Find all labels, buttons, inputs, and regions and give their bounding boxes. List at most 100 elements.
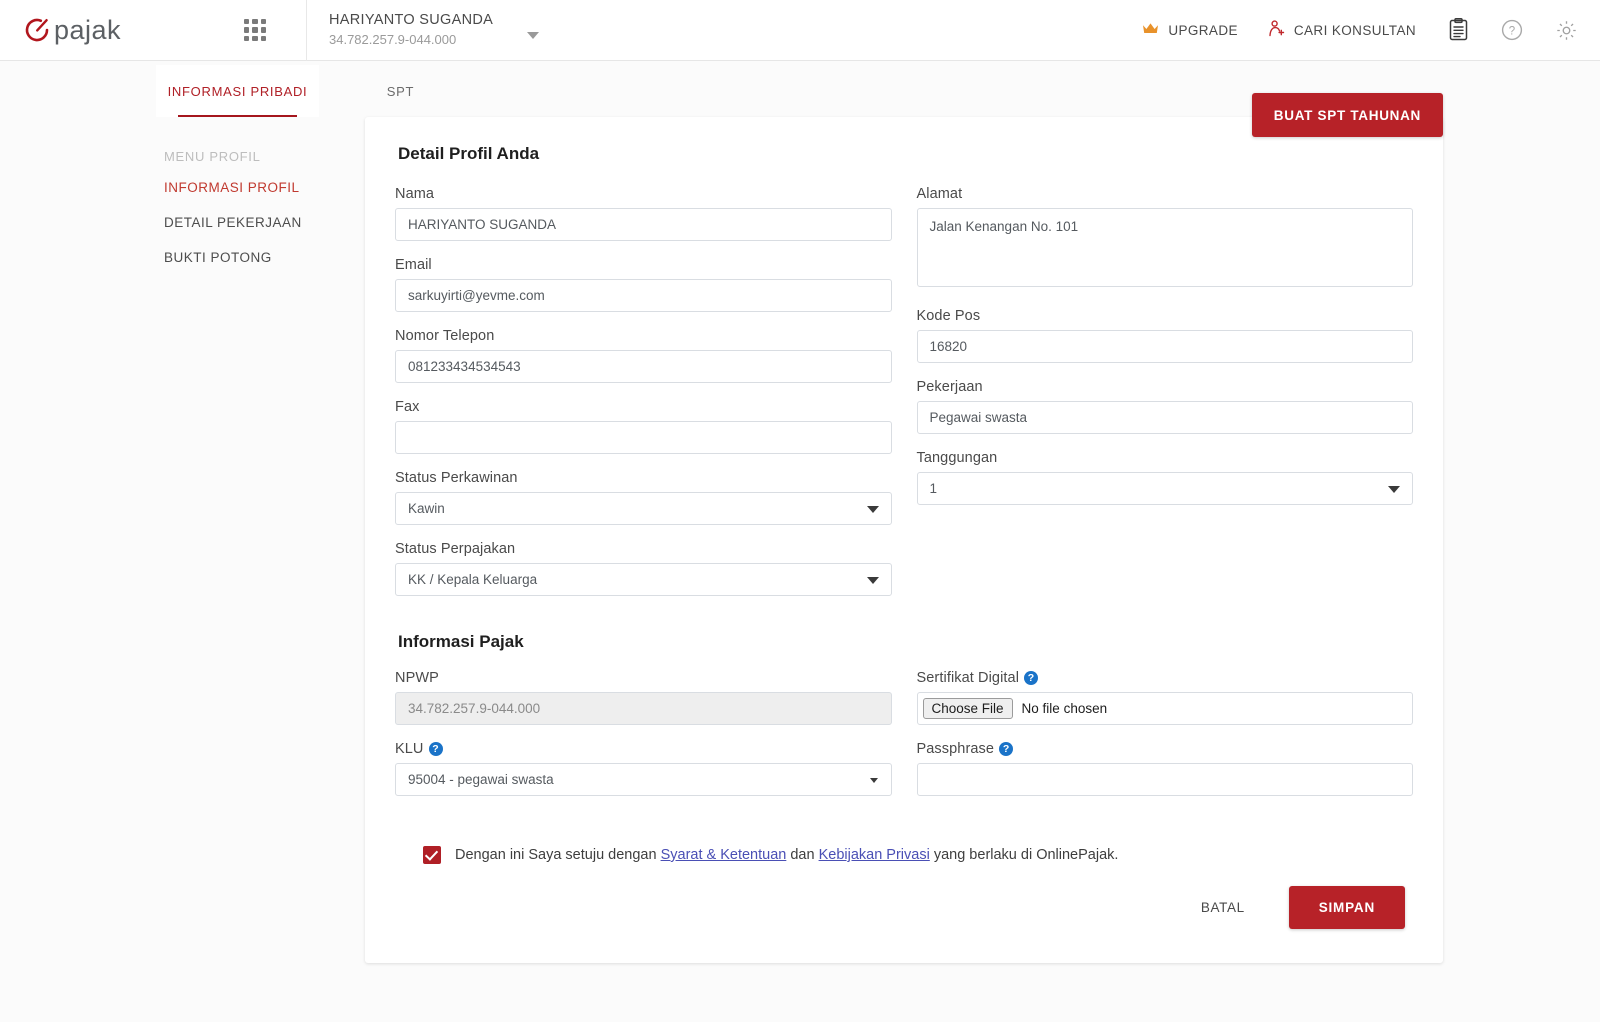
field-tanggungan: Tanggungan 1 xyxy=(916,450,1413,505)
help-question-icon[interactable]: ? xyxy=(999,742,1014,756)
syarat-ketentuan-link[interactable]: Syarat & Ketentuan xyxy=(661,847,787,863)
passphrase-input[interactable] xyxy=(916,763,1413,796)
tax-fields-columns: NPWP KLU? 95004 - pegawai swasta xyxy=(395,670,1413,812)
fax-input[interactable] xyxy=(395,421,892,454)
profile-side-menu: MENU PROFIL INFORMASI PROFIL DETAIL PEKE… xyxy=(156,117,365,963)
agreement-text: Dengan ini Saya setuju dengan Syarat & K… xyxy=(455,847,1118,863)
find-consultant-button[interactable]: CARI KONSULTAN xyxy=(1268,20,1416,40)
kode-pos-label: Kode Pos xyxy=(916,308,981,324)
pekerjaan-label: Pekerjaan xyxy=(916,379,983,395)
nama-label: Nama xyxy=(395,186,435,202)
profile-switcher[interactable]: HARIYANTO SUGANDA 34.782.257.9-044.000 xyxy=(329,11,540,48)
field-nomor-telepon: Nomor Telepon xyxy=(395,328,892,383)
chevron-down-icon xyxy=(527,31,540,39)
help-question-icon[interactable]: ? xyxy=(428,742,443,756)
field-pekerjaan: Pekerjaan xyxy=(916,379,1413,434)
tax-right-column: Sertifikat Digital? Choose File No file … xyxy=(916,670,1414,812)
tab-informasi-pribadi[interactable]: INFORMASI PRIBADI xyxy=(156,65,319,117)
tanggungan-label: Tanggungan xyxy=(916,450,998,466)
status-perkawinan-label: Status Perkawinan xyxy=(395,470,518,486)
profile-name: HARIYANTO SUGANDA xyxy=(329,12,494,29)
agreement-checkbox[interactable] xyxy=(423,846,441,864)
side-menu-heading: MENU PROFIL xyxy=(164,149,261,164)
alamat-textarea[interactable]: Jalan Kenangan No. 101 xyxy=(916,208,1413,287)
field-klu: KLU? 95004 - pegawai swasta xyxy=(395,741,892,796)
sidebar-item-informasi-profil-label: INFORMASI PROFIL xyxy=(164,180,300,195)
npwp-label: NPWP xyxy=(395,670,439,686)
sertifikat-digital-file-input[interactable]: Choose File No file chosen xyxy=(916,692,1413,725)
app-header: pajak HARIYANTO SUGANDA 34.782.257.9-044… xyxy=(0,0,1600,61)
sidebar-item-detail-pekerjaan[interactable]: DETAIL PEKERJAAN xyxy=(156,205,365,240)
header-actions: UPGRADE CARI KONSULTAN ? xyxy=(1112,18,1578,42)
klu-label: KLU? xyxy=(395,741,892,757)
sidebar-item-detail-pekerjaan-label: DETAIL PEKERJAAN xyxy=(164,215,302,230)
tab-spt[interactable]: SPT xyxy=(319,65,482,117)
tab-informasi-pribadi-label: INFORMASI PRIBADI xyxy=(167,83,308,99)
upgrade-button[interactable]: UPGRADE xyxy=(1142,22,1238,38)
status-perkawinan-select[interactable]: Kawin xyxy=(395,492,892,525)
agreement-text-after: yang berlaku di OnlinePajak. xyxy=(929,847,1119,863)
sidebar-item-informasi-profil[interactable]: INFORMASI PROFIL xyxy=(156,170,365,205)
agreement-text-middle: dan xyxy=(786,847,819,863)
passphrase-label: Passphrase? xyxy=(917,741,1414,757)
cancel-button[interactable]: BATAL xyxy=(1195,899,1251,916)
apps-grid-icon[interactable] xyxy=(244,19,266,41)
tax-section-title: Informasi Pajak xyxy=(398,632,524,651)
profile-fields-columns: Nama Email Nomor Telepon Fax Status Perk xyxy=(395,186,1413,612)
no-file-chosen-label: No file chosen xyxy=(1021,701,1108,716)
status-perpajakan-select[interactable]: KK / Kepala Keluarga xyxy=(395,563,892,596)
buat-spt-tahunan-button[interactable]: BUAT SPT TAHUNAN xyxy=(1251,93,1443,137)
pajak-logo-icon xyxy=(24,17,50,43)
profile-right-column: Alamat Jalan Kenangan No. 101 Kode Pos P… xyxy=(916,186,1413,612)
field-status-perpajakan: Status Perpajakan KK / Kepala Keluarga xyxy=(395,541,892,596)
email-input[interactable] xyxy=(395,279,892,312)
gear-icon[interactable] xyxy=(1555,19,1578,42)
field-email: Email xyxy=(395,257,892,312)
field-npwp: NPWP xyxy=(395,670,892,725)
agreement-text-before: Dengan ini Saya setuju dengan xyxy=(455,847,661,863)
brand-logo[interactable]: pajak xyxy=(24,15,184,46)
npwp-input xyxy=(395,692,892,725)
find-consultant-label: CARI KONSULTAN xyxy=(1293,22,1416,38)
upgrade-label: UPGRADE xyxy=(1168,22,1238,38)
tabs-bar: INFORMASI PRIBADI SPT BUAT SPT TAHUNAN xyxy=(0,61,1600,137)
profile-left-column: Nama Email Nomor Telepon Fax Status Perk xyxy=(395,186,892,612)
field-alamat: Alamat Jalan Kenangan No. 101 xyxy=(916,186,1413,292)
sidebar-item-bukti-potong[interactable]: BUKTI POTONG xyxy=(156,240,365,275)
choose-file-button[interactable]: Choose File xyxy=(922,698,1013,719)
help-question-icon[interactable]: ? xyxy=(1024,671,1039,685)
form-footer-actions: BATAL SIMPAN xyxy=(395,886,1413,929)
sertifikat-digital-label-text: Sertifikat Digital xyxy=(916,670,1020,686)
field-kode-pos: Kode Pos xyxy=(916,308,1413,363)
agreement-row: Dengan ini Saya setuju dengan Syarat & K… xyxy=(395,846,1413,864)
profile-detail-card: Detail Profil Anda Nama Email Nomor Tele… xyxy=(365,117,1443,963)
nama-input[interactable] xyxy=(395,208,892,241)
alamat-label: Alamat xyxy=(916,186,963,202)
passphrase-label-text: Passphrase xyxy=(916,741,995,757)
header-divider xyxy=(306,0,307,61)
klu-select[interactable]: 95004 - pegawai swasta xyxy=(395,763,892,796)
save-button[interactable]: SIMPAN xyxy=(1288,886,1405,929)
kebijakan-privasi-link[interactable]: Kebijakan Privasi xyxy=(819,847,930,863)
klu-label-text: KLU xyxy=(395,741,424,757)
field-sertifikat-digital: Sertifikat Digital? Choose File No file … xyxy=(916,670,1414,725)
field-nama: Nama xyxy=(395,186,892,241)
status-perpajakan-label: Status Perpajakan xyxy=(395,541,516,557)
pekerjaan-input[interactable] xyxy=(916,401,1413,434)
clipboard-icon[interactable] xyxy=(1448,18,1469,42)
fax-label: Fax xyxy=(395,399,420,415)
kode-pos-input[interactable] xyxy=(916,330,1413,363)
tab-spt-label: SPT xyxy=(386,83,415,99)
tanggungan-select[interactable]: 1 xyxy=(916,472,1413,505)
nomor-telepon-label: Nomor Telepon xyxy=(395,328,495,344)
question-circle-icon[interactable]: ? xyxy=(1501,19,1523,41)
brand-logo-text: pajak xyxy=(54,14,122,45)
tax-left-column: NPWP KLU? 95004 - pegawai swasta xyxy=(395,670,892,812)
nomor-telepon-input[interactable] xyxy=(395,350,892,383)
email-label: Email xyxy=(395,257,432,273)
field-status-perkawinan: Status Perkawinan Kawin xyxy=(395,470,892,525)
page-title: Detail Profil Anda xyxy=(398,144,540,163)
field-passphrase: Passphrase? xyxy=(916,741,1414,796)
consultant-person-icon xyxy=(1268,20,1285,40)
sertifikat-digital-label: Sertifikat Digital? xyxy=(917,670,1414,686)
